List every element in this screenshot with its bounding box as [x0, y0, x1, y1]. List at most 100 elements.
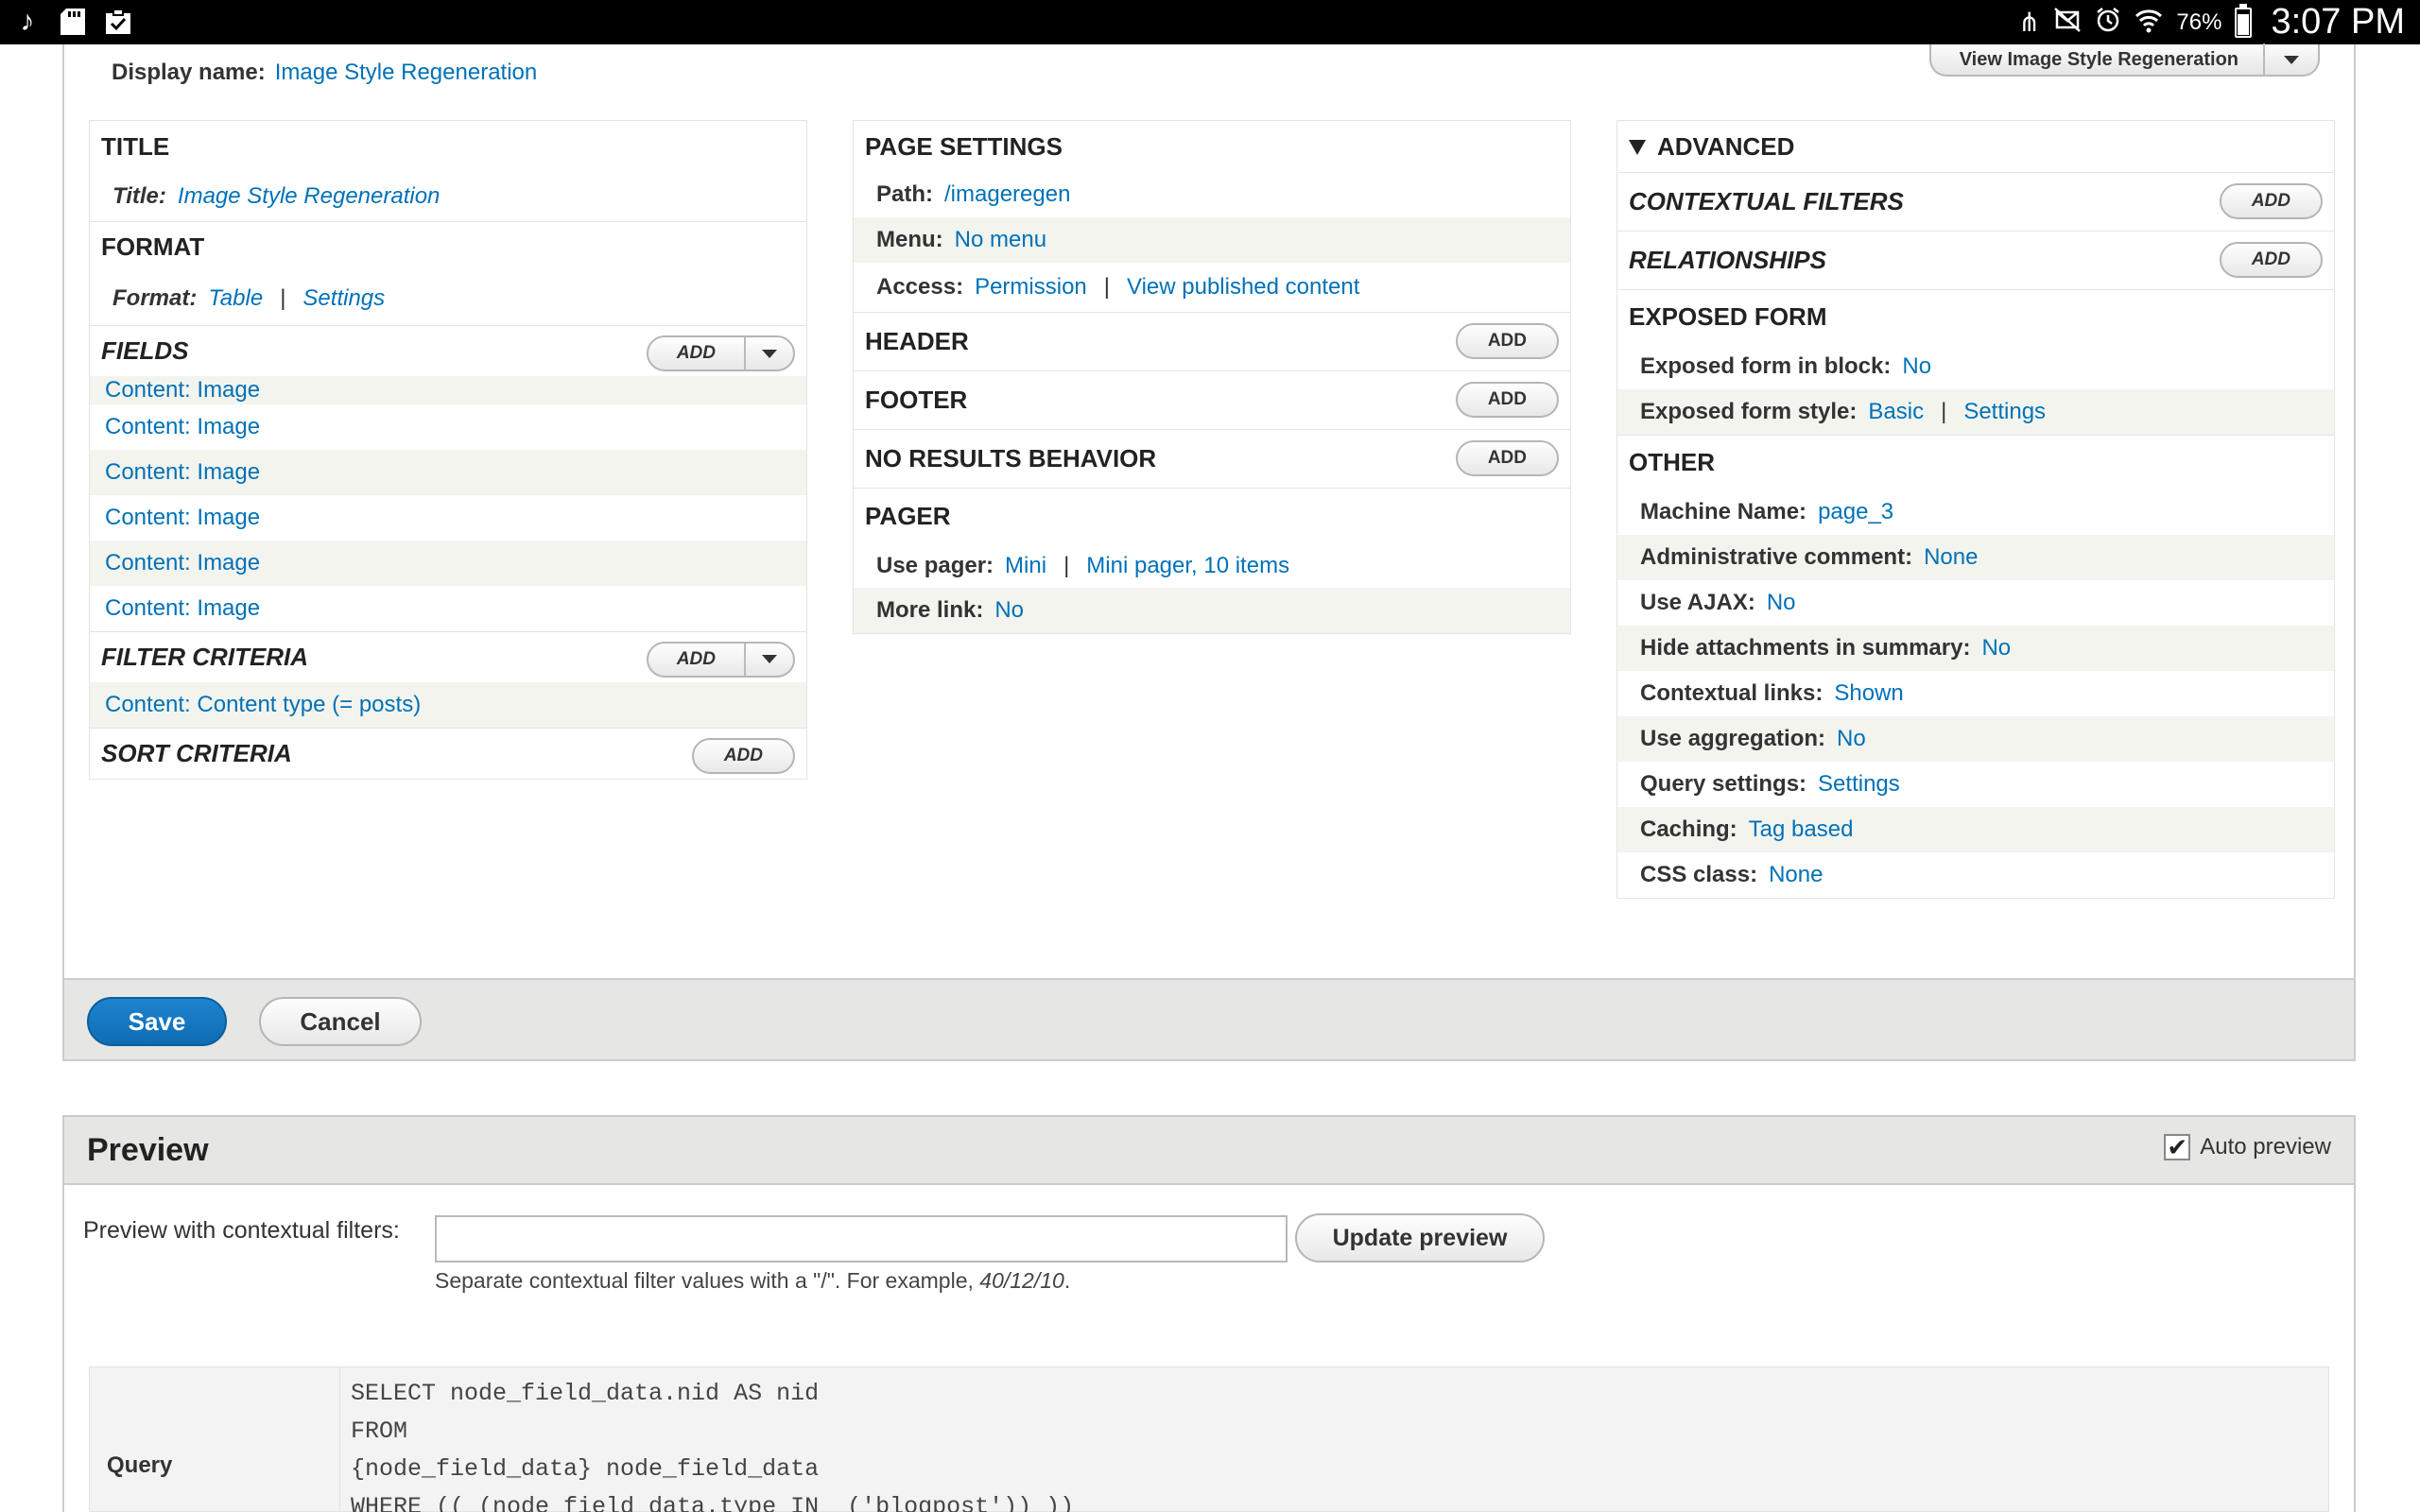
view-page-button[interactable]: View Image Style Regeneration	[1928, 43, 2320, 77]
clock: 3:07 PM	[2271, 2, 2405, 42]
column-third: ADVANCED CONTEXTUAL FILTERS Add RELATION…	[1616, 120, 2335, 899]
contextual-add-label[interactable]: Add	[2221, 185, 2321, 217]
auto-preview-toggle[interactable]: ✔ Auto preview	[2164, 1134, 2331, 1160]
exposed-block-link[interactable]: No	[1902, 353, 1931, 380]
chevron-down-icon[interactable]	[746, 349, 793, 358]
field-item[interactable]: Content: Image	[90, 404, 806, 450]
other-row-label: Machine Name:	[1640, 499, 1807, 524]
other-row-link[interactable]: page_3	[1818, 499, 1893, 525]
filter-heading-text: FILTER CRITERIA	[101, 642, 309, 671]
fields-add-button[interactable]: Add	[646, 335, 795, 371]
other-row-link[interactable]: No	[1767, 590, 1796, 616]
column-first: TITLE Title: Image Style Regeneration FO…	[89, 120, 807, 780]
auto-preview-checkbox[interactable]: ✔	[2164, 1134, 2191, 1160]
use-pager-label: Use pager:	[876, 553, 994, 578]
field-item[interactable]: Content: Image	[90, 540, 806, 586]
sort-add-button[interactable]: Add	[691, 737, 795, 774]
menu-label: Menu:	[876, 227, 943, 252]
cancel-button[interactable]: Cancel	[259, 997, 422, 1046]
format-link[interactable]: Table	[208, 285, 263, 312]
section-fields-heading: FIELDS Add	[90, 325, 806, 376]
other-row-link[interactable]: None	[1924, 544, 1978, 571]
other-row-link[interactable]: No	[1837, 726, 1866, 752]
section-title-heading: TITLE	[101, 131, 170, 161]
other-row-link[interactable]: Shown	[1834, 680, 1903, 707]
exposed-style-link[interactable]: Basic	[1868, 399, 1924, 425]
exposed-style-settings-link[interactable]: Settings	[1963, 399, 2046, 425]
display-name-label: Display name:	[112, 60, 266, 85]
preview-header: Preview ✔ Auto preview	[62, 1115, 2356, 1185]
more-link-row: More link: No	[854, 588, 1570, 633]
sort-add-label[interactable]: Add	[694, 740, 793, 772]
update-preview-button[interactable]: Update preview	[1295, 1213, 1545, 1263]
battery-percent: 76%	[2176, 9, 2222, 35]
sd-card-icon	[59, 8, 87, 36]
divider	[339, 1367, 340, 1512]
more-link-link[interactable]: No	[994, 597, 1024, 624]
path-label: Path:	[876, 181, 933, 207]
contextual-links-row: Contextual links: Shown	[1617, 671, 2334, 716]
format-settings-link[interactable]: Settings	[302, 285, 385, 312]
relationships-add-button[interactable]: Add	[2219, 242, 2323, 278]
contextual-heading-text: CONTEXTUAL FILTERS	[1629, 187, 1904, 215]
filter-add-button[interactable]: Add	[646, 641, 795, 678]
menu-link[interactable]: No menu	[955, 227, 1046, 253]
filter-add-label[interactable]: Add	[648, 643, 746, 676]
section-sort-heading: SORT CRITERIA Add	[90, 727, 806, 779]
chevron-down-icon[interactable]	[2265, 55, 2318, 64]
other-row-link[interactable]: Settings	[1818, 771, 1900, 798]
field-item[interactable]: Content: Image	[90, 376, 806, 404]
query-sql: SELECT node_field_data.nid AS nid FROM {no…	[351, 1375, 1074, 1512]
field-item-link[interactable]: Content: Image	[105, 550, 260, 576]
path-link[interactable]: /imageregen	[944, 181, 1070, 208]
title-link[interactable]: Image Style Regeneration	[178, 183, 441, 210]
advanced-toggle[interactable]: ADVANCED	[1617, 121, 2334, 172]
no-results-add-label[interactable]: Add	[1458, 442, 1557, 474]
header-add-label[interactable]: Add	[1458, 325, 1557, 357]
use-pager-link[interactable]: Mini	[1005, 553, 1046, 579]
contextual-add-button[interactable]: Add	[2219, 183, 2323, 219]
relationships-add-label[interactable]: Add	[2221, 244, 2321, 276]
chevron-down-icon[interactable]	[746, 655, 793, 663]
exposed-style-label: Exposed form style:	[1640, 399, 1858, 424]
fields-heading-text: FIELDS	[101, 336, 189, 365]
pager-options-link[interactable]: Mini pager, 10 items	[1086, 553, 1289, 579]
other-row-link[interactable]: None	[1769, 862, 1823, 888]
separator: |	[280, 285, 286, 311]
filter-item-link[interactable]: Content: Content type (= posts)	[105, 692, 421, 718]
contextual-filters-input[interactable]	[435, 1215, 1288, 1263]
path-row: Path: /imageregen	[854, 172, 1570, 217]
no-results-add-button[interactable]: Add	[1455, 440, 1559, 476]
access-link[interactable]: Permission	[975, 274, 1087, 301]
title-row: Title: Image Style Regeneration	[90, 172, 806, 221]
advanced-heading-text[interactable]: ADVANCED	[1657, 132, 1794, 162]
other-row-link[interactable]: Tag based	[1749, 816, 1854, 843]
save-button[interactable]: Save	[87, 997, 227, 1046]
other-row-label: Hide attachments in summary:	[1640, 635, 1971, 661]
view-page-label[interactable]: View Image Style Regeneration	[1931, 43, 2265, 76]
use-ajax-row: Use AJAX: No	[1617, 580, 2334, 626]
footer-add-label[interactable]: Add	[1458, 384, 1557, 416]
field-item-link[interactable]: Content: Image	[105, 377, 260, 404]
query-line: SELECT node_field_data.nid AS nid	[351, 1380, 820, 1407]
triangle-down-icon[interactable]	[1629, 132, 1646, 162]
other-row-label: Query settings:	[1640, 771, 1807, 797]
filter-item[interactable]: Content: Content type (= posts)	[90, 681, 806, 728]
other-row-label: Use aggregation:	[1640, 726, 1826, 751]
section-filter-heading: FILTER CRITERIA Add	[90, 630, 806, 682]
field-item[interactable]: Content: Image	[90, 586, 806, 631]
footer-add-button[interactable]: Add	[1455, 382, 1559, 418]
section-page-settings-heading: PAGE SETTINGS	[865, 131, 1063, 161]
auto-preview-label[interactable]: Auto preview	[2200, 1134, 2331, 1160]
field-item-link[interactable]: Content: Image	[105, 505, 260, 531]
display-name-link[interactable]: Image Style Regeneration	[275, 60, 538, 85]
other-row-link[interactable]: No	[1981, 635, 2011, 662]
header-add-button[interactable]: Add	[1455, 323, 1559, 359]
field-item-link[interactable]: Content: Image	[105, 595, 260, 622]
field-item[interactable]: Content: Image	[90, 495, 806, 541]
access-permission-link[interactable]: View published content	[1127, 274, 1359, 301]
fields-add-label[interactable]: Add	[648, 337, 746, 369]
field-item-link[interactable]: Content: Image	[105, 414, 260, 440]
field-item-link[interactable]: Content: Image	[105, 459, 260, 486]
field-item[interactable]: Content: Image	[90, 449, 806, 495]
